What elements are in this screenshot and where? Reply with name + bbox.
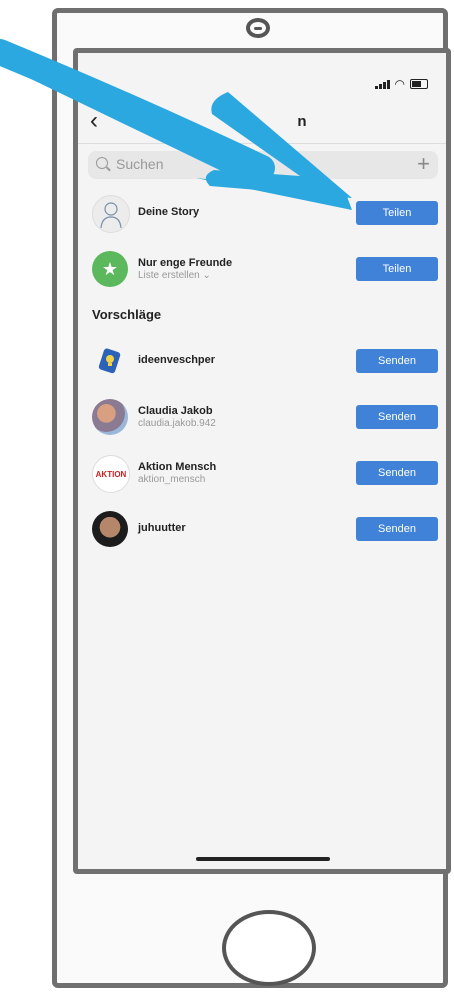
star-icon: ★ [101,258,119,279]
lightbulb-icon [98,348,121,374]
page-title: n [297,113,307,130]
send-button[interactable]: Senden [356,461,438,485]
send-button[interactable]: Senden [356,517,438,541]
signal-icon [374,80,390,89]
home-button[interactable] [222,910,316,986]
send-button[interactable]: Senden [356,349,438,373]
list-item[interactable]: AKTION Aktion Mensch aktion_mensch Sende… [78,447,446,501]
photo-avatar [92,511,128,547]
battery-icon [410,79,428,89]
row-name: juhuutter [138,522,186,534]
list-item[interactable]: ideenveschper Senden [78,335,446,389]
search-bar[interactable]: + [88,151,438,179]
row-name: Aktion Mensch [138,461,217,473]
idea-avatar [92,343,128,379]
row-name: Nur enge Freunde [138,257,233,269]
section-header: Vorschläge [92,307,162,322]
list-item[interactable]: Claudia Jakob claudia.jakob.942 Senden [78,391,446,445]
speaker-icon [246,18,270,38]
row-name: Deine Story [138,206,200,218]
create-list-link[interactable]: Liste erstellen ⌄ [138,270,232,281]
star-avatar: ★ [92,251,128,287]
story-avatar [92,195,130,233]
list-item[interactable]: juhuutter Senden [78,503,446,557]
list-item-deine-story[interactable]: Deine Story Teilen [78,187,446,241]
home-indicator [196,857,330,861]
row-username: aktion_mensch [138,474,206,485]
nav-bar: ‹ n [78,101,446,144]
person-sketch-icon [100,202,122,229]
status-bar: ◠ [78,53,446,93]
phone-screen: ◠ ‹ n + Deine Story Teilen ★ Nur enge Fr… [73,48,451,874]
send-button[interactable]: Senden [356,405,438,429]
photo-avatar [92,399,128,435]
aktion-logo: AKTION [95,469,127,479]
row-name: Claudia Jakob [138,405,213,417]
search-icon [96,157,108,169]
search-input[interactable] [116,156,376,172]
list-item-enge-freunde[interactable]: ★ Nur enge Freunde Liste erstellen ⌄ Tei… [78,243,446,297]
row-username: claudia.jakob.942 [138,418,216,429]
wifi-icon: ◠ [394,77,405,91]
plus-icon[interactable]: + [417,152,430,176]
share-button[interactable]: Teilen [356,201,438,225]
logo-avatar: AKTION [92,455,130,493]
row-name: ideenveschper [138,354,216,366]
share-button[interactable]: Teilen [356,257,438,281]
